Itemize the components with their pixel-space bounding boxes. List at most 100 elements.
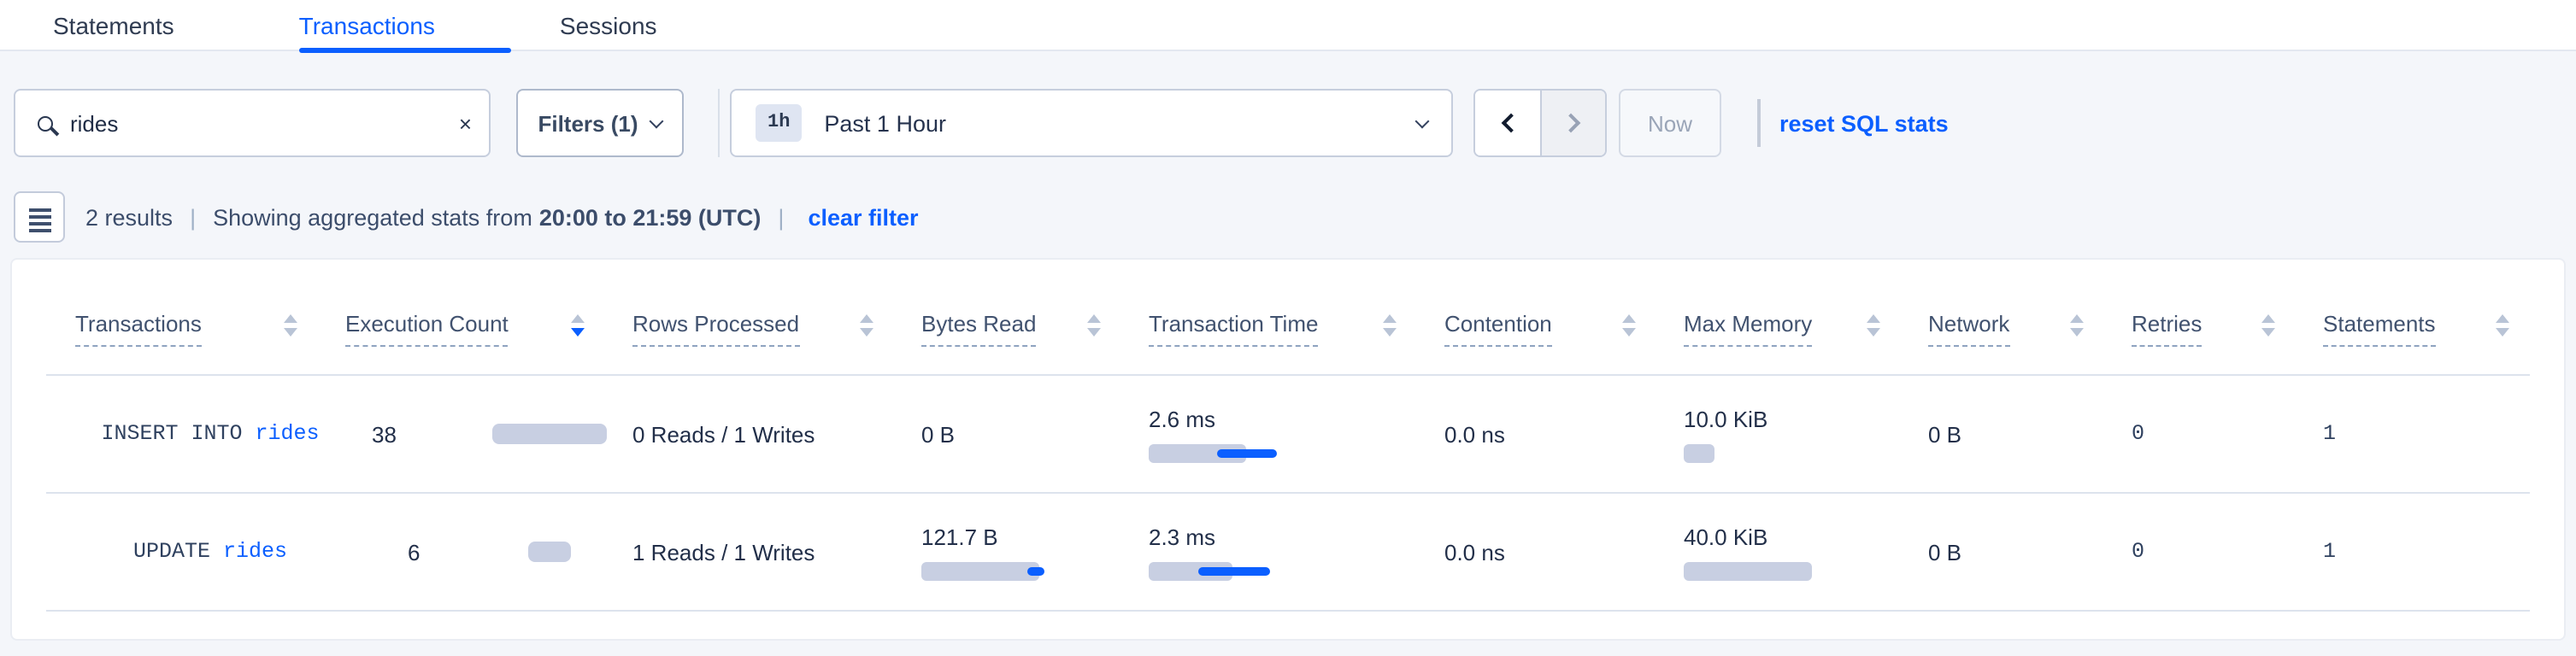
column-header-rows-processed[interactable]: Rows Processed: [632, 311, 921, 347]
cell-transaction-time: 2.6 ms: [1149, 406, 1444, 462]
bar-blue: [1027, 566, 1044, 575]
cell-network: 0 B: [1928, 421, 2132, 447]
sort-up-icon: [2261, 315, 2275, 324]
columns-icon: [28, 215, 50, 219]
cell-value: 1 Reads / 1 Writes: [632, 539, 815, 565]
tab-transactions[interactable]: Transactions: [299, 0, 512, 50]
column-header-bytes-read[interactable]: Bytes Read: [921, 311, 1149, 347]
results-divider: |: [190, 204, 196, 230]
sort-icon: [1087, 315, 1101, 343]
tab-sessions-label: Sessions: [560, 11, 657, 38]
sort-icon: [2496, 315, 2509, 343]
rides-link[interactable]: rides: [256, 422, 320, 446]
toolbar: × Filters (1) 1h Past 1 Hour Now reset S…: [0, 89, 2576, 157]
column-header-label: Contention: [1444, 311, 1552, 347]
reset-sql-stats-link[interactable]: reset SQL stats: [1779, 89, 1949, 157]
sort-up-icon: [571, 315, 585, 324]
sort-icon: [1383, 315, 1397, 343]
column-header-max-memory[interactable]: Max Memory: [1684, 311, 1928, 347]
sql-keyword: UPDATE: [133, 540, 223, 564]
bar-gray: [1684, 561, 1812, 580]
rides-link[interactable]: rides: [223, 540, 287, 564]
tab-bar: Statements Transactions Sessions: [0, 0, 2576, 51]
chevron-left-icon: [1501, 114, 1520, 133]
cell-retries: 0: [2132, 422, 2323, 446]
search-icon: [38, 115, 53, 131]
bar-blue: [1217, 448, 1277, 457]
cell-value: 0.0 ns: [1444, 539, 1505, 565]
clear-search-icon[interactable]: ×: [459, 112, 472, 134]
transaction-time-bar: [1149, 561, 1444, 580]
statements-value: 1: [2323, 422, 2336, 446]
sort-down-icon: [1383, 328, 1397, 337]
cell-value: 0 Reads / 1 Writes: [632, 421, 815, 447]
column-selector-button[interactable]: [14, 191, 65, 243]
time-range-selector[interactable]: 1h Past 1 Hour: [730, 89, 1453, 157]
cell-value: 2.3 ms: [1149, 524, 1215, 549]
table-row: INSERT INTO rides 38 0 Reads / 1 Writes 0 B…: [46, 376, 2530, 494]
results-divider: |: [778, 204, 784, 230]
filters-button[interactable]: Filters (1): [516, 89, 684, 157]
transaction-time-bar: [1149, 443, 1444, 462]
filters-button-label: Filters (1): [538, 110, 638, 136]
cell-contention: 0.0 ns: [1444, 421, 1684, 447]
table-header-row: Transactions Execution Count Rows Processe…: [46, 260, 2530, 376]
sort-icon: [860, 315, 873, 343]
column-header-transaction-time[interactable]: Transaction Time: [1149, 311, 1444, 347]
sort-up-icon: [1622, 315, 1636, 324]
sql-activity-page: Statements Transactions Sessions × Filte…: [0, 0, 2576, 656]
now-button[interactable]: Now: [1619, 89, 1721, 157]
sort-icon: [1622, 315, 1636, 343]
prev-time-button[interactable]: [1475, 91, 1540, 155]
column-header-label: Rows Processed: [632, 311, 799, 347]
execution-count-value: 38: [372, 421, 491, 447]
cell-rows-processed: 0 Reads / 1 Writes: [632, 421, 921, 447]
column-header-statements[interactable]: Statements: [2323, 311, 2530, 347]
sort-down-icon: [284, 328, 297, 337]
sort-up-icon: [860, 315, 873, 324]
now-button-label: Now: [1648, 110, 1692, 136]
sort-up-icon: [1087, 315, 1101, 324]
sort-icon: [571, 315, 585, 343]
time-pager: [1473, 89, 1607, 157]
cell-bytes-read: 121.7 B: [921, 524, 1149, 580]
column-header-execution-count[interactable]: Execution Count: [345, 311, 632, 347]
sort-icon: [2070, 315, 2084, 343]
column-header-network[interactable]: Network: [1928, 311, 2132, 347]
chevron-down-icon: [1415, 114, 1430, 128]
statements-value: 1: [2323, 540, 2336, 564]
next-time-button[interactable]: [1540, 91, 1605, 155]
tab-sessions[interactable]: Sessions: [560, 0, 734, 50]
sort-up-icon: [2070, 315, 2084, 324]
execution-count-bar: [491, 424, 606, 444]
search-input[interactable]: [70, 110, 459, 136]
column-header-label: Transactions: [75, 311, 202, 347]
column-header-label: Retries: [2132, 311, 2202, 347]
column-header-label: Execution Count: [345, 311, 509, 347]
column-header-transactions[interactable]: Transactions: [46, 311, 345, 347]
sort-down-icon: [1867, 328, 1880, 337]
sort-down-icon: [860, 328, 873, 337]
results-count: 2 results: [85, 204, 173, 230]
cell-statements: 1: [2323, 540, 2530, 564]
column-header-retries[interactable]: Retries: [2132, 311, 2323, 347]
transaction-statement: INSERT INTO rides: [101, 422, 319, 446]
results-bar: 2 results | Showing aggregated stats fro…: [14, 191, 919, 243]
transaction-statement: UPDATE rides: [133, 540, 287, 564]
cell-bytes-read: 0 B: [921, 421, 1149, 447]
sort-up-icon: [1867, 315, 1880, 324]
cell-retries: 0: [2132, 540, 2323, 564]
bar-gray: [921, 561, 1039, 580]
aggregated-range: 20:00 to 21:59 (UTC): [539, 204, 762, 230]
clear-filter-link[interactable]: clear filter: [808, 204, 918, 230]
column-header-contention[interactable]: Contention: [1444, 311, 1684, 347]
sort-up-icon: [2496, 315, 2509, 324]
cell-max-memory: 10.0 KiB: [1684, 406, 1928, 462]
sort-down-icon: [2070, 328, 2084, 337]
tab-transactions-label: Transactions: [299, 11, 435, 38]
bar-blue: [1198, 566, 1270, 575]
sort-down-icon: [571, 328, 585, 337]
search-box: ×: [14, 89, 491, 157]
tab-statements[interactable]: Statements: [53, 0, 251, 50]
chevron-right-icon: [1561, 114, 1581, 133]
